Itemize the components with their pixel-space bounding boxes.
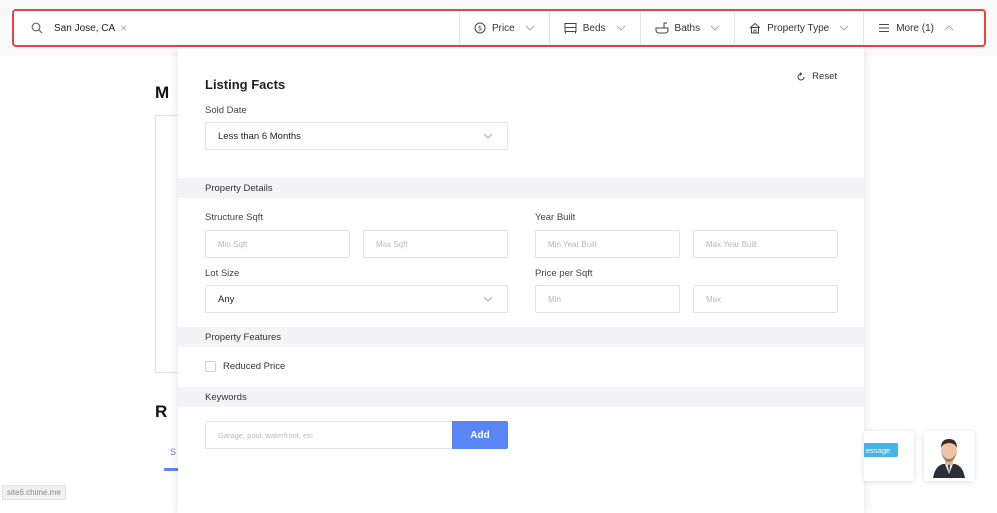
panel-title: Listing Facts [205, 77, 286, 92]
more-filters-panel: Listing Facts Reset Sold Date Less than … [178, 47, 864, 513]
keywords-section-header: Keywords [178, 387, 864, 407]
search-filter-bar: San Jose, CA × $ Price Beds Baths Proper… [12, 9, 986, 47]
property-details-section-header: Property Details [178, 178, 864, 198]
price-filter-label: Price [491, 22, 515, 34]
dollar-circle-icon: $ [474, 22, 486, 34]
sold-date-select[interactable]: Less than 6 Months [205, 122, 508, 150]
max-price-per-sqft-input[interactable]: Max [693, 285, 838, 313]
price-per-sqft-label: Price per Sqft [535, 268, 593, 279]
tab-partial[interactable]: S [170, 447, 176, 457]
search-field[interactable]: San Jose, CA × [14, 11, 459, 45]
chevron-down-icon [483, 133, 493, 139]
reduced-price-label[interactable]: Reduced Price [223, 361, 285, 372]
baths-filter-button[interactable]: Baths [639, 11, 735, 45]
lot-size-select[interactable]: Any [205, 285, 508, 313]
sold-date-label: Sold Date [205, 105, 247, 116]
chevron-down-icon [839, 25, 849, 31]
min-sqft-input[interactable]: Min Sqft [205, 230, 350, 258]
page-heading-partial: M [155, 83, 170, 102]
bathtub-icon [655, 22, 669, 34]
beds-filter-button[interactable]: Beds [548, 11, 640, 45]
agent-avatar-card[interactable] [924, 431, 974, 481]
max-year-built-input[interactable]: Max Year Built [693, 230, 838, 258]
site-url-label: site6.chime.me [2, 485, 66, 500]
chevron-up-icon [944, 25, 954, 31]
min-year-built-input[interactable]: Min Year Built [535, 230, 680, 258]
price-filter-button[interactable]: $ Price [458, 11, 549, 45]
svg-text:$: $ [478, 25, 482, 33]
lot-size-label: Lot Size [205, 268, 240, 279]
sold-date-value: Less than 6 Months [218, 130, 301, 142]
location-chip: San Jose, CA × [54, 22, 127, 34]
chevron-down-icon [710, 25, 720, 31]
chevron-down-icon [483, 296, 493, 302]
beds-filter-label: Beds [582, 22, 606, 34]
more-filter-label: More (1) [896, 22, 934, 34]
baths-filter-label: Baths [674, 22, 701, 34]
more-filter-button[interactable]: More (1) [863, 11, 984, 45]
property-type-filter-label: Property Type [767, 22, 830, 34]
list-icon [878, 23, 890, 33]
section-heading-partial: R [155, 402, 168, 421]
add-keyword-button[interactable]: Add [452, 421, 508, 449]
chevron-down-icon [616, 25, 626, 31]
message-badge[interactable]: essage [864, 443, 898, 457]
structure-sqft-label: Structure Sqft [205, 212, 264, 223]
bed-icon [564, 22, 577, 34]
reset-label: Reset [812, 71, 837, 82]
year-built-label: Year Built [535, 212, 576, 223]
lot-size-value: Any [218, 293, 235, 305]
refresh-icon [796, 71, 806, 82]
reduced-price-checkbox[interactable] [205, 361, 216, 372]
property-features-section-header: Property Features [178, 327, 864, 347]
chevron-down-icon [525, 25, 535, 31]
close-icon[interactable]: × [120, 22, 127, 34]
avatar [929, 434, 969, 478]
reset-button[interactable]: Reset [796, 71, 837, 82]
search-icon [30, 21, 44, 35]
property-type-filter-button[interactable]: Property Type [734, 11, 863, 45]
min-price-per-sqft-input[interactable]: Min [535, 285, 680, 313]
keywords-input[interactable]: Garage, pool, waterfront, etc [205, 421, 452, 449]
max-sqft-input[interactable]: Max Sqft [363, 230, 508, 258]
location-chip-label: San Jose, CA [54, 22, 116, 34]
house-icon [749, 22, 761, 34]
